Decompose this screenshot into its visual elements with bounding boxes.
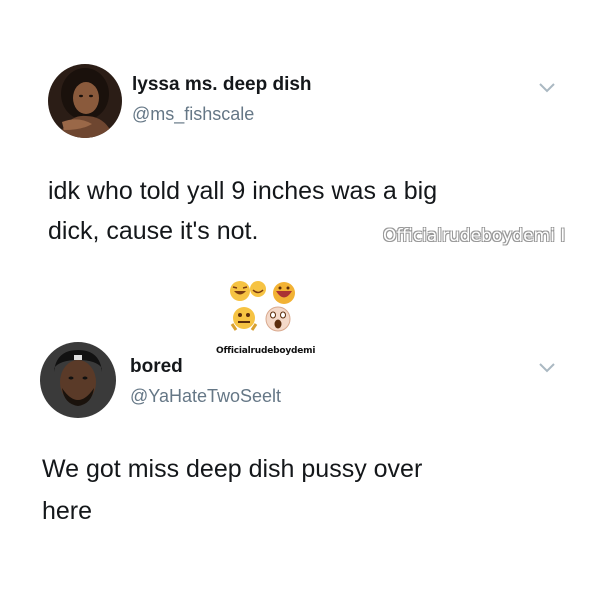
profile-photo-woman-icon bbox=[48, 64, 122, 138]
handle-bored[interactable]: @YaHateTwoSeelt bbox=[130, 386, 281, 407]
laughing-emoji-icon bbox=[230, 281, 266, 301]
avatar-lyssa[interactable] bbox=[48, 64, 122, 138]
shocked-emoji-icon bbox=[230, 307, 258, 331]
profile-photo-man-icon bbox=[40, 342, 116, 418]
handle-lyssa[interactable]: @ms_fishscale bbox=[132, 104, 254, 125]
tweet-text-line1: We got miss deep dish pussy over bbox=[42, 455, 423, 483]
display-name-lyssa[interactable]: lyssa ms. deep dish bbox=[132, 74, 312, 96]
tweet-text-line2: here bbox=[42, 497, 93, 525]
tweet-text-line2: dick, cause it's not. bbox=[48, 217, 259, 245]
chevron-down-icon[interactable] bbox=[538, 362, 556, 374]
emoji-cluster bbox=[226, 278, 302, 334]
avatar-bored[interactable] bbox=[40, 342, 116, 418]
pointing-emoji-icon bbox=[273, 282, 295, 304]
watermark-large-suffix: I bbox=[560, 226, 566, 246]
watermark-large: Officialrudeboydemi I bbox=[383, 226, 565, 246]
display-name-bored[interactable]: bored bbox=[130, 356, 183, 378]
watermark-small: Officialrudeboydemi bbox=[216, 346, 316, 356]
tweet-text-line1: idk who told yall 9 inches was a big bbox=[48, 177, 438, 205]
chevron-down-icon[interactable] bbox=[538, 82, 556, 94]
screaming-emoji-icon bbox=[265, 306, 291, 332]
watermark-large-text: Officialrudeboydemi bbox=[383, 226, 555, 246]
